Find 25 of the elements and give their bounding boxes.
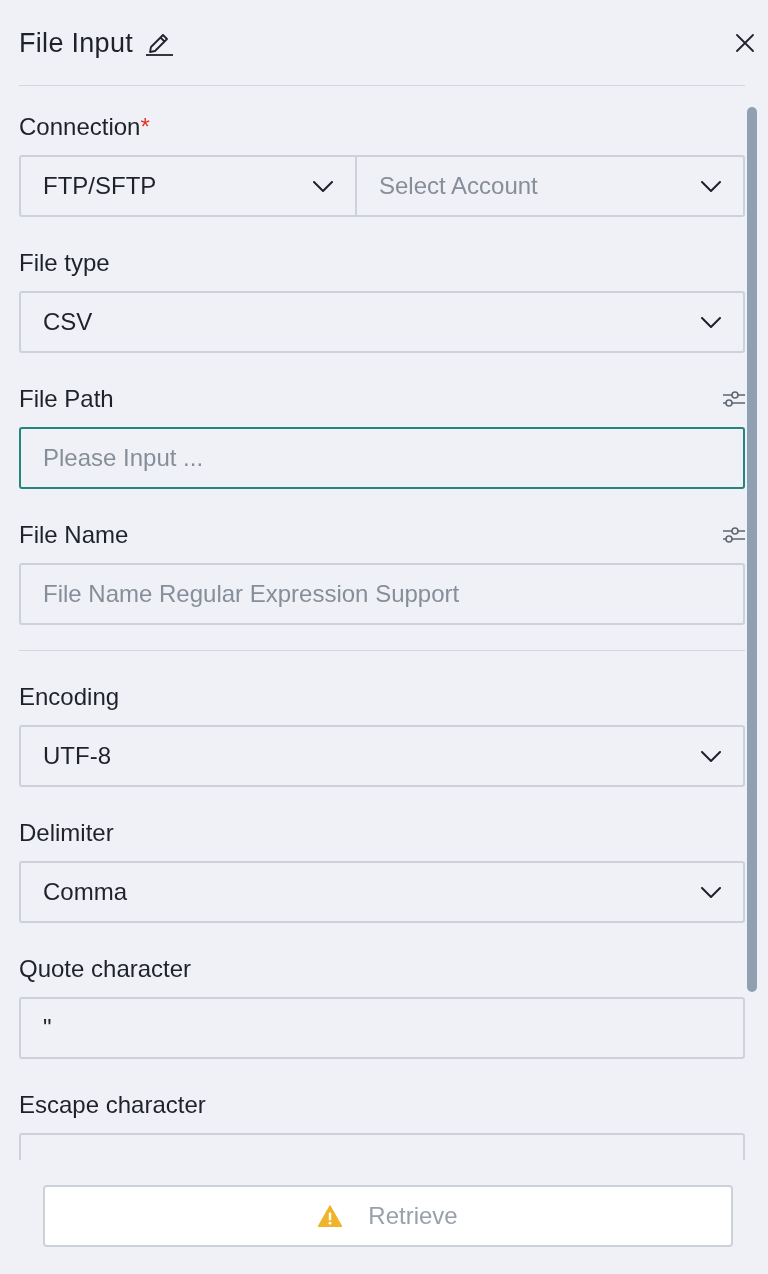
chevron-down-icon <box>701 316 721 328</box>
chevron-down-icon <box>701 180 721 192</box>
field-label: File type <box>19 248 110 278</box>
dropdown[interactable]: FTP/SFTP <box>19 155 357 217</box>
scrollbar-thumb[interactable] <box>747 107 757 992</box>
chevron-down-icon <box>313 180 333 192</box>
sliders-icon[interactable] <box>723 390 745 408</box>
field-label: Encoding <box>19 682 120 712</box>
field-label: Delimiter <box>19 818 114 848</box>
field-label: File Name <box>19 520 129 550</box>
close-icon[interactable] <box>736 33 754 52</box>
panel-title: File Input <box>19 26 134 59</box>
field-label: File Path <box>19 384 114 414</box>
field-label: Connection <box>19 112 141 142</box>
sliders-icon[interactable] <box>723 526 745 544</box>
input-field[interactable]: Please Input ... <box>19 427 745 489</box>
field-label: Quote character <box>19 954 192 984</box>
required-asterisk: * <box>140 112 150 142</box>
dropdown[interactable]: UTF-8 <box>19 725 745 787</box>
chevron-down-icon <box>701 750 721 762</box>
chevron-down-icon <box>701 886 721 898</box>
input-field[interactable]: " <box>19 997 745 1059</box>
field-label: Escape character <box>19 1090 206 1120</box>
dropdown[interactable]: CSV <box>19 291 745 353</box>
dropdown[interactable]: Comma <box>19 861 745 923</box>
